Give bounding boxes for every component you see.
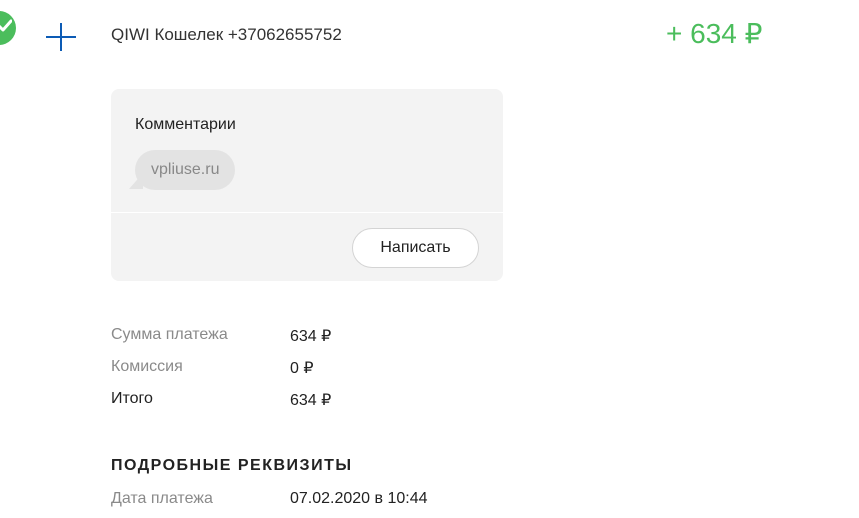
card-divider (111, 212, 503, 213)
write-comment-button[interactable]: Написать (352, 228, 479, 268)
comments-title: Комментарии (135, 116, 236, 133)
details-label: Дата платежа (111, 490, 213, 507)
transaction-page: QIWI Кошелек +37062655752 + 634 ₽ Коммен… (0, 0, 859, 518)
plus-icon (46, 23, 76, 51)
summary-label: Итого (111, 390, 153, 407)
summary-value: 634 ₽ (290, 328, 332, 345)
comments-card: Комментарии vpliuse.ru Написать (111, 89, 503, 281)
payee-name: QIWI Кошелек +37062655752 (111, 25, 342, 44)
details-value: 07.02.2020 в 10:44 (290, 490, 428, 507)
summary-value: 0 ₽ (290, 360, 314, 377)
transaction-amount: + 634 ₽ (666, 18, 763, 49)
summary-value: 634 ₽ (290, 392, 332, 409)
details-heading: ПОДРОБНЫЕ РЕКВИЗИТЫ (111, 457, 353, 474)
summary-label: Сумма платежа (111, 326, 228, 343)
comment-bubble: vpliuse.ru (135, 150, 236, 190)
summary-label: Комиссия (111, 358, 183, 375)
check-circle-icon (0, 11, 16, 45)
